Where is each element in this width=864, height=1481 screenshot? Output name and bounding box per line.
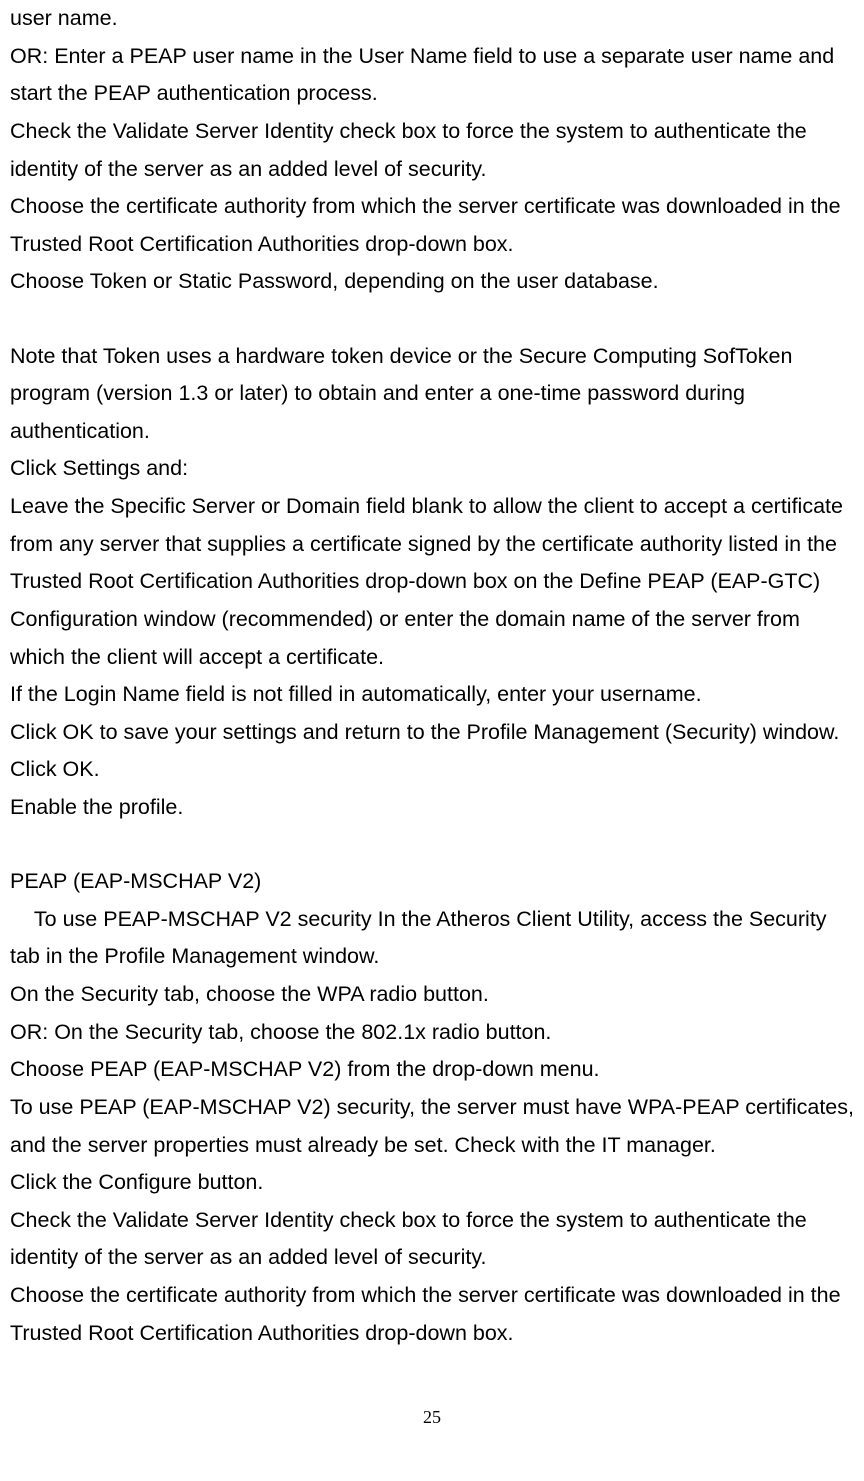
paragraph: If the Login Name field is not filled in…: [10, 676, 854, 714]
paragraph: Note that Token uses a hardware token de…: [10, 338, 854, 451]
paragraph: To use PEAP-MSCHAP V2 security In the At…: [10, 901, 854, 976]
document-body: user name. OR: Enter a PEAP user name in…: [10, 0, 854, 1352]
paragraph: Click Settings and:: [10, 450, 854, 488]
paragraph: Click OK to save your settings and retur…: [10, 714, 854, 752]
paragraph: On the Security tab, choose the WPA radi…: [10, 976, 854, 1014]
paragraph: Choose the certificate authority from wh…: [10, 188, 854, 263]
section-heading: PEAP (EAP-MSCHAP V2): [10, 863, 854, 901]
paragraph: To use PEAP (EAP-MSCHAP V2) security, th…: [10, 1089, 854, 1164]
paragraph: user name.: [10, 0, 854, 38]
paragraph: OR: Enter a PEAP user name in the User N…: [10, 38, 854, 113]
paragraph: Click the Configure button.: [10, 1164, 854, 1202]
paragraph: Leave the Specific Server or Domain fiel…: [10, 488, 854, 676]
paragraph: OR: On the Security tab, choose the 802.…: [10, 1014, 854, 1052]
paragraph: Choose PEAP (EAP-MSCHAP V2) from the dro…: [10, 1051, 854, 1089]
paragraph: Choose the certificate authority from wh…: [10, 1277, 854, 1352]
page-number: 25: [10, 1402, 854, 1448]
paragraph: Check the Validate Server Identity check…: [10, 113, 854, 188]
paragraph: Click OK.: [10, 751, 854, 789]
paragraph: Check the Validate Server Identity check…: [10, 1202, 854, 1277]
paragraph: Enable the profile.: [10, 789, 854, 827]
paragraph: Choose Token or Static Password, dependi…: [10, 263, 854, 301]
